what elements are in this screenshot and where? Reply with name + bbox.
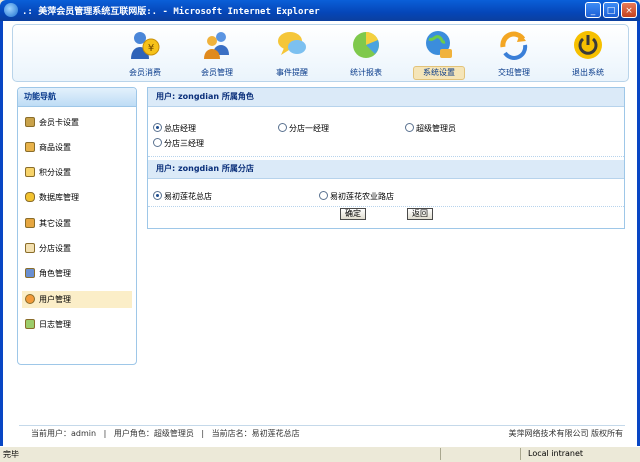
svg-text:¥: ¥ — [148, 43, 154, 54]
store-name: 当前店名：易初莲花总店 — [211, 429, 300, 438]
points-icon — [25, 167, 35, 177]
refresh-arrow-icon — [500, 31, 528, 60]
people-icon — [204, 32, 229, 59]
stores-header: 用户: zongdian 所属分店 — [148, 160, 624, 179]
section-divider — [148, 206, 624, 207]
pie-chart-icon — [353, 32, 379, 58]
nav-statistics[interactable]: 统计报表 — [337, 27, 395, 79]
window-title: .: 美萍会员管理系统互联网版:. - Microsoft Internet E… — [22, 7, 320, 17]
sidebar-item-label: 分店设置 — [39, 244, 71, 253]
speech-bubble-icon — [278, 32, 306, 55]
status-bar: 完毕 Local intranet — [0, 446, 640, 462]
nav-label: 系统设置 — [413, 66, 465, 80]
section-divider — [148, 156, 624, 157]
sidebar-item-label: 商品设置 — [39, 143, 71, 152]
close-button[interactable]: × — [621, 2, 637, 18]
sidebar-item-goods[interactable]: 商品设置 — [22, 139, 132, 156]
radio-dot — [405, 123, 414, 132]
sidebar: 功能导航 会员卡设置 商品设置 积分设置 数据库管理 其它设置 分店设置 角色管… — [17, 87, 137, 365]
sidebar-item-label: 角色管理 — [39, 269, 71, 278]
roles-header: 用户: zongdian 所属角色 — [148, 88, 624, 107]
maximize-button[interactable]: □ — [603, 2, 619, 18]
nav-event-reminder[interactable]: 事件提醒 — [263, 27, 321, 79]
nav-label: 统计报表 — [350, 68, 382, 77]
status-separator — [440, 448, 441, 460]
power-icon — [574, 31, 602, 59]
log-icon — [25, 319, 35, 329]
card-icon — [25, 117, 35, 127]
sidebar-item-other[interactable]: 其它设置 — [22, 215, 132, 232]
nav-member-manage[interactable]: 会员管理 — [188, 27, 246, 79]
nav-system-settings[interactable]: 系统设置 — [410, 27, 468, 80]
sidebar-item-role[interactable]: 角色管理 — [22, 265, 132, 282]
sidebar-item-points[interactable]: 积分设置 — [22, 164, 132, 181]
sidebar-item-label: 其它设置 — [39, 219, 71, 228]
sidebar-item-label: 积分设置 — [39, 168, 71, 177]
nav-exit-system[interactable]: 退出系统 — [559, 27, 617, 79]
sidebar-item-label: 会员卡设置 — [39, 118, 79, 127]
current-user: 当前用户：admin — [31, 429, 97, 438]
footer-separator: | — [103, 429, 107, 438]
nav-member-consume[interactable]: ¥ 会员消费 — [116, 27, 174, 79]
sidebar-item-user[interactable]: 用户管理 — [22, 291, 132, 308]
top-nav-bar: ¥ 会员消费 会员管理 事件提醒 统计报表 系统设置 交班管理 退出系统 — [12, 24, 629, 82]
sidebar-title: 功能导航 — [18, 88, 136, 107]
sidebar-item-label: 数据库管理 — [39, 193, 79, 202]
sidebar-item-log[interactable]: 日志管理 — [22, 316, 132, 333]
nav-shift-handover[interactable]: 交班管理 — [485, 27, 543, 79]
store-radio-nongye[interactable]: 易初莲花农业路店 — [319, 191, 394, 203]
role-radio-branch-one[interactable]: 分店一经理 — [278, 123, 329, 135]
footer-info: 当前用户：admin | 用户角色：超级管理员 | 当前店名：易初莲花总店 美萍… — [19, 425, 625, 442]
status-text: 完毕 — [3, 450, 19, 459]
ie-icon — [4, 3, 18, 17]
zone-indicator: Local intranet — [528, 449, 584, 458]
role-radio-super-admin[interactable]: 超级管理员 — [405, 123, 456, 135]
nav-label: 事件提醒 — [276, 68, 308, 77]
title-bar: .: 美萍会员管理系统互联网版:. - Microsoft Internet E… — [0, 0, 640, 21]
other-settings-icon — [25, 218, 35, 228]
radio-dot — [319, 191, 328, 200]
copyright: 美萍网络技术有限公司 版权所有 — [508, 429, 623, 438]
radio-dot — [278, 123, 287, 132]
back-button[interactable]: 返回 — [407, 208, 433, 220]
minimize-button[interactable]: _ — [585, 2, 601, 18]
ok-button[interactable]: 确定 — [340, 208, 366, 220]
browser-content: ¥ 会员消费 会员管理 事件提醒 统计报表 系统设置 交班管理 退出系统 功能导… — [0, 21, 640, 446]
nav-label: 会员管理 — [201, 68, 233, 77]
coin-person-icon: ¥ — [131, 32, 160, 59]
sidebar-item-label: 日志管理 — [39, 320, 71, 329]
status-separator — [520, 448, 521, 460]
nav-label: 退出系统 — [572, 68, 604, 77]
footer-separator: | — [201, 429, 205, 438]
database-icon — [25, 192, 35, 202]
role-radio-branch-three[interactable]: 分店三经理 — [153, 138, 204, 150]
sidebar-item-database[interactable]: 数据库管理 — [22, 189, 132, 206]
radio-dot — [153, 138, 162, 147]
sidebar-item-branch[interactable]: 分店设置 — [22, 240, 132, 257]
role-radio-general-manager[interactable]: 总店经理 — [153, 123, 196, 135]
user-role: 用户角色：超级管理员 — [113, 429, 194, 438]
nav-label: 交班管理 — [498, 68, 530, 77]
branch-icon — [25, 243, 35, 253]
sidebar-item-member-card[interactable]: 会员卡设置 — [22, 114, 132, 131]
user-icon — [25, 294, 35, 304]
radio-dot — [153, 123, 162, 132]
settings-globe-icon — [426, 31, 452, 58]
user-assignment-panel: 用户: zongdian 所属角色 总店经理 分店一经理 超级管理员 分店三经理… — [147, 87, 625, 229]
sidebar-item-label: 用户管理 — [39, 295, 71, 304]
nav-label: 会员消费 — [129, 68, 161, 77]
goods-icon — [25, 142, 35, 152]
store-radio-main[interactable]: 易初莲花总店 — [153, 191, 212, 203]
role-icon — [25, 268, 35, 278]
radio-dot — [153, 191, 162, 200]
